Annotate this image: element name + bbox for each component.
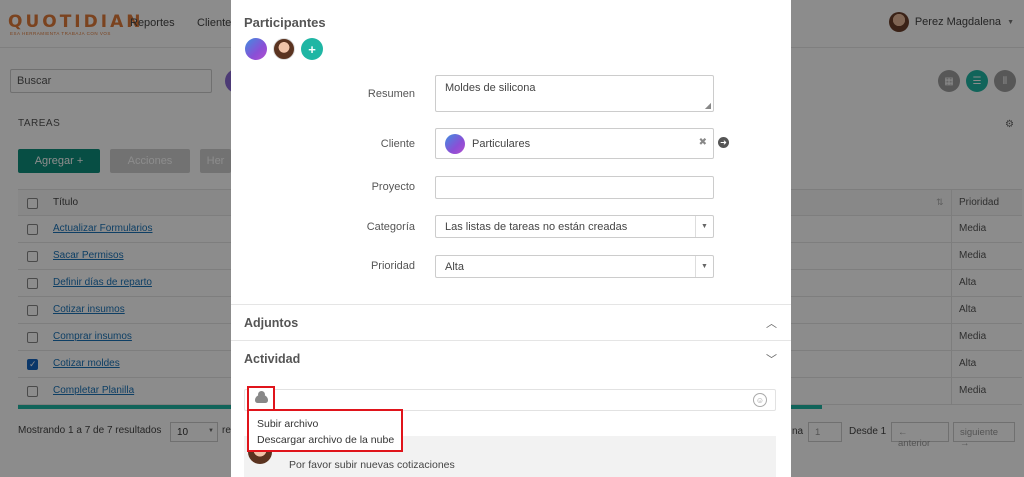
menu-item-download-cloud[interactable]: Descargar archivo de la nube [257, 432, 394, 448]
cloud-upload-button[interactable] [247, 386, 275, 411]
prioridad-select[interactable]: Alta ▼ [435, 255, 714, 278]
prioridad-label: Prioridad [370, 260, 415, 272]
upload-dropdown-menu: Subir archivo Descargar archivo de la nu… [247, 409, 403, 452]
comment-input[interactable]: ☺ [244, 389, 776, 411]
participants-title: Participantes [244, 15, 326, 30]
resize-handle-icon[interactable]: ◢ [705, 101, 711, 110]
participant-avatar[interactable] [245, 38, 267, 60]
cliente-label: Cliente [380, 138, 415, 150]
activity-title: Actividad [244, 352, 301, 366]
caret-down-icon: ▼ [695, 216, 713, 237]
cliente-value: Particulares [472, 138, 531, 150]
categoria-select[interactable]: Las listas de tareas no están creadas ▼ [435, 215, 714, 238]
menu-item-upload-file[interactable]: Subir archivo [257, 416, 393, 432]
attachments-title: Adjuntos [244, 316, 299, 330]
categoria-label: Categoría [366, 221, 415, 233]
emoji-icon[interactable]: ☺ [753, 393, 767, 407]
participant-avatar[interactable] [273, 38, 295, 60]
prioridad-value: Alta [445, 261, 464, 273]
resumen-label: Resumen [367, 88, 415, 100]
chevron-down-icon[interactable]: ﹀ [766, 351, 777, 367]
proyecto-label: Proyecto [371, 181, 415, 193]
proyecto-input[interactable] [435, 176, 714, 199]
chevron-up-icon[interactable]: ︿ [766, 315, 777, 331]
participants-list: + [245, 38, 323, 60]
attachments-section-header[interactable]: Adjuntos ︿ [231, 304, 791, 340]
arrow-right-icon[interactable]: ➜ [718, 137, 729, 148]
caret-down-icon: ▼ [695, 256, 713, 277]
cloud-icon [254, 390, 268, 403]
feed-comment-text: Por favor subir nuevas cotizaciones [289, 459, 455, 471]
cliente-select[interactable]: Particulares ✖ [435, 128, 714, 159]
clear-icon[interactable]: ✖ [699, 137, 707, 148]
resumen-value: Moldes de silicona [445, 82, 536, 94]
resumen-textarea[interactable]: Moldes de silicona ◢ [435, 75, 714, 112]
client-avatar [445, 134, 465, 154]
task-detail-modal: Participantes + Resumen Moldes de silico… [231, 0, 791, 477]
activity-section-header[interactable]: Actividad ﹀ [231, 340, 791, 376]
add-participant-button[interactable]: + [301, 38, 323, 60]
categoria-value: Las listas de tareas no están creadas [445, 221, 628, 233]
